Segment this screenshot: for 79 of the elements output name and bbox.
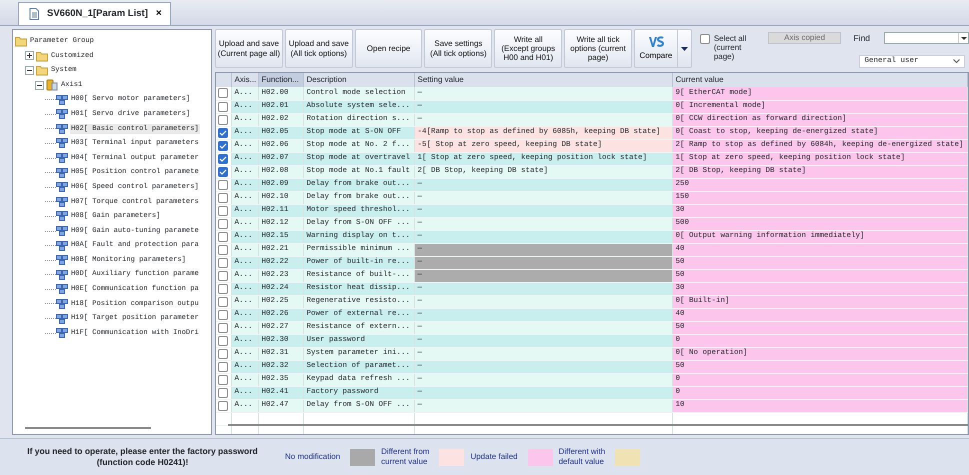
table-icon bbox=[56, 225, 68, 238]
checkbox[interactable] bbox=[218, 348, 228, 358]
checkbox[interactable] bbox=[218, 114, 228, 124]
table-icon bbox=[56, 254, 68, 266]
checkbox[interactable] bbox=[218, 154, 228, 164]
checkbox[interactable] bbox=[218, 128, 228, 138]
checkbox-label: Select all (current page) bbox=[714, 34, 748, 62]
table-icon bbox=[56, 108, 68, 120]
folder-icon bbox=[36, 50, 48, 62]
table-icon bbox=[56, 122, 68, 135]
table-icon bbox=[56, 210, 68, 222]
scrollbar[interactable] bbox=[228, 424, 968, 426]
checkbox[interactable] bbox=[218, 206, 228, 216]
column-header[interactable]: Description bbox=[303, 73, 414, 87]
toolbar-button[interactable]: Save settings (All tick options) bbox=[424, 29, 492, 68]
checkbox[interactable] bbox=[218, 374, 228, 384]
column-header[interactable]: Axis... bbox=[231, 73, 258, 87]
checkbox[interactable] bbox=[218, 336, 228, 346]
toolbar-button[interactable]: Write all tick options (current page) bbox=[564, 29, 632, 68]
table-icon bbox=[56, 152, 68, 164]
database-icon bbox=[46, 79, 58, 92]
document-icon bbox=[29, 8, 39, 20]
checkbox[interactable] bbox=[218, 180, 228, 190]
collapse-icon[interactable] bbox=[25, 66, 34, 75]
checkbox[interactable] bbox=[218, 258, 228, 268]
table-icon bbox=[56, 94, 68, 106]
column-header[interactable]: Current value bbox=[672, 73, 968, 87]
checkbox[interactable] bbox=[218, 400, 228, 410]
scrollbar[interactable] bbox=[25, 427, 151, 429]
collapse-icon[interactable] bbox=[35, 80, 44, 90]
expand-icon[interactable] bbox=[25, 51, 34, 60]
toolbar-button[interactable]: Upload and save (Current page all) bbox=[215, 29, 283, 68]
close-button[interactable]: × bbox=[156, 9, 162, 19]
find-field[interactable] bbox=[884, 32, 969, 44]
find-label: Find bbox=[853, 32, 870, 45]
caret-icon bbox=[960, 36, 967, 40]
checkbox[interactable] bbox=[218, 388, 228, 398]
checkbox[interactable] bbox=[218, 322, 228, 332]
checkbox[interactable] bbox=[218, 218, 228, 228]
checkbox[interactable] bbox=[218, 166, 228, 176]
dropdown-button[interactable] bbox=[676, 30, 691, 67]
table-icon bbox=[56, 312, 68, 325]
table-icon bbox=[56, 181, 68, 194]
checkbox[interactable] bbox=[218, 270, 228, 280]
column-header[interactable]: Setting value bbox=[414, 73, 672, 87]
legend-label: Different from current value bbox=[381, 447, 430, 467]
checkbox[interactable] bbox=[218, 244, 228, 254]
caret-icon bbox=[680, 46, 688, 50]
table-icon bbox=[56, 268, 68, 281]
checkbox[interactable] bbox=[218, 88, 228, 98]
chevron-icon bbox=[953, 59, 960, 64]
legend-label: Different with default value bbox=[558, 447, 606, 467]
checkbox[interactable] bbox=[218, 362, 228, 372]
toolbar-button[interactable]: Open recipe bbox=[354, 29, 422, 68]
folder-icon bbox=[15, 35, 27, 48]
table-icon bbox=[56, 196, 68, 208]
table-icon bbox=[56, 327, 68, 340]
checkbox[interactable] bbox=[218, 232, 228, 242]
checkbox[interactable] bbox=[218, 310, 228, 320]
checkbox[interactable] bbox=[218, 192, 228, 202]
folder-icon bbox=[36, 64, 48, 76]
table-icon bbox=[56, 240, 68, 252]
warning-message: If you need to operate, please enter the factory password (function code H0241)! bbox=[26, 446, 259, 468]
table-icon bbox=[56, 298, 68, 310]
column-header[interactable]: Function... bbox=[258, 73, 303, 87]
table-icon bbox=[56, 137, 68, 150]
checkbox[interactable] bbox=[700, 34, 710, 44]
tab-title[interactable]: SV660N_1[Param List] bbox=[47, 6, 148, 22]
toolbar-button[interactable]: Write all (Except groups H00 and H01) bbox=[494, 29, 562, 68]
legend-label: No modification bbox=[285, 452, 340, 462]
table-icon bbox=[56, 166, 68, 179]
compare-icon bbox=[648, 36, 664, 48]
table-icon bbox=[56, 283, 68, 296]
checkbox[interactable] bbox=[218, 296, 228, 306]
checkbox[interactable] bbox=[218, 102, 228, 112]
toolbar-button[interactable]: Upload and save (All tick options) bbox=[284, 29, 353, 68]
checkbox[interactable] bbox=[218, 284, 228, 294]
checkbox[interactable] bbox=[218, 140, 228, 150]
legend-label: Update failed bbox=[470, 452, 518, 462]
